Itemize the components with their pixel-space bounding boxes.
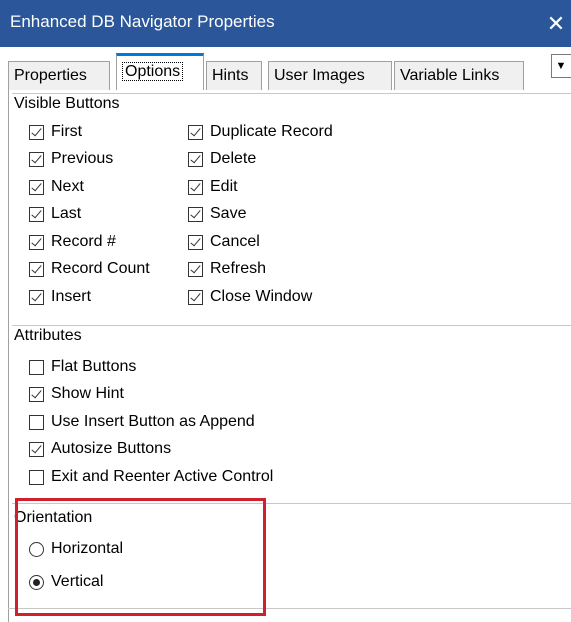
delete-checkbox[interactable]: Delete: [188, 147, 256, 171]
tab-options[interactable]: Options: [116, 53, 204, 91]
horizontal-radio[interactable]: Horizontal: [29, 537, 123, 561]
close-icon: ✕: [546, 11, 566, 36]
record-count-checkbox[interactable]: Record Count: [29, 257, 150, 281]
cancel-checkbox[interactable]: Cancel: [188, 230, 260, 254]
checkbox-box: [29, 206, 44, 222]
checkbox-label: Flat Buttons: [51, 358, 137, 375]
tab-user-images[interactable]: User Images: [268, 61, 392, 91]
show-hint-checkbox[interactable]: Show Hint: [29, 382, 124, 406]
checkbox-box: [29, 261, 44, 277]
tab-properties[interactable]: Properties: [8, 61, 110, 91]
checkbox-box: [188, 206, 203, 222]
checkbox-box: [188, 124, 203, 140]
checkbox-label: Record Count: [51, 260, 150, 277]
checkbox-label: Refresh: [210, 260, 267, 277]
checkbox-box: [29, 469, 44, 485]
refresh-checkbox[interactable]: Refresh: [188, 257, 266, 281]
checkbox-label: Autosize Buttons: [51, 440, 172, 457]
insert-checkbox[interactable]: Insert: [29, 285, 91, 309]
checkbox-label: Record #: [51, 233, 116, 250]
checkbox-box: [29, 234, 44, 250]
next-checkbox[interactable]: Next: [29, 175, 84, 199]
autosize-buttons-checkbox[interactable]: Autosize Buttons: [29, 437, 171, 461]
first-checkbox[interactable]: First: [29, 120, 82, 144]
record-number-checkbox[interactable]: Record #: [29, 230, 116, 254]
group-title: Visible Buttons: [14, 95, 122, 113]
checkbox-label: Exit and Reenter Active Control: [51, 468, 274, 485]
checkbox-label: First: [51, 123, 83, 140]
duplicate-record-checkbox[interactable]: Duplicate Record: [188, 120, 333, 144]
checkbox-box: [188, 179, 203, 195]
checkbox-label: Edit: [210, 178, 238, 195]
checkbox-label: Insert: [51, 288, 92, 305]
radio-label: Horizontal: [51, 540, 124, 557]
tab-variable-links[interactable]: Variable Links: [394, 61, 524, 91]
checkbox-label: Close Window: [210, 288, 313, 305]
save-checkbox[interactable]: Save: [188, 202, 246, 226]
edit-checkbox[interactable]: Edit: [188, 175, 238, 199]
checkbox-box: [188, 151, 203, 167]
checkbox-label: Use Insert Button as Append: [51, 413, 255, 430]
tab-overflow-button[interactable]: ▼: [551, 54, 571, 78]
radio-label: Vertical: [51, 573, 104, 590]
title-bar: Enhanced DB Navigator Properties ✕: [0, 0, 571, 47]
last-checkbox[interactable]: Last: [29, 202, 81, 226]
chevron-down-icon: ▼: [555, 60, 567, 72]
checkbox-box: [188, 289, 203, 305]
flat-buttons-checkbox[interactable]: Flat Buttons: [29, 355, 136, 379]
checkbox-box: [29, 151, 44, 167]
use-insert-as-append-checkbox[interactable]: Use Insert Button as Append: [29, 410, 255, 434]
checkbox-label: Last: [51, 205, 82, 222]
checkbox-box: [188, 261, 203, 277]
tab-strip: Properties Options Hints User Images Var…: [0, 47, 571, 91]
group-title: Attributes: [14, 327, 84, 345]
checkbox-label: Cancel: [210, 233, 260, 250]
tab-label: Properties: [14, 67, 87, 84]
tab-label: User Images: [274, 67, 365, 84]
radio-circle: [29, 541, 44, 557]
checkbox-box: [29, 441, 44, 457]
checkbox-label: Previous: [51, 150, 114, 167]
radio-circle: [29, 574, 44, 590]
checkbox-box: [188, 234, 203, 250]
window-title: Enhanced DB Navigator Properties: [10, 12, 275, 31]
checkbox-label: Save: [210, 205, 247, 222]
tab-label: Variable Links: [400, 67, 500, 84]
checkbox-box: [29, 124, 44, 140]
checkbox-label: Show Hint: [51, 385, 124, 402]
checkbox-label: Duplicate Record: [210, 123, 333, 140]
group-title: Orientation: [14, 509, 95, 527]
checkbox-box: [29, 179, 44, 195]
exit-reenter-active-control-checkbox[interactable]: Exit and Reenter Active Control: [29, 465, 273, 489]
checkbox-box: [29, 414, 44, 430]
close-button[interactable]: ✕: [541, 0, 571, 47]
panel-bottom-divider: [8, 608, 571, 609]
checkbox-box: [29, 359, 44, 375]
previous-checkbox[interactable]: Previous: [29, 147, 113, 171]
tab-label: Options: [122, 62, 184, 81]
tab-label: Hints: [212, 67, 249, 84]
vertical-radio[interactable]: Vertical: [29, 570, 103, 594]
tab-hints[interactable]: Hints: [206, 61, 262, 91]
checkbox-label: Next: [51, 178, 84, 195]
close-window-checkbox[interactable]: Close Window: [188, 285, 312, 309]
checkbox-box: [29, 386, 44, 402]
checkbox-label: Delete: [210, 150, 257, 167]
checkbox-box: [29, 289, 44, 305]
